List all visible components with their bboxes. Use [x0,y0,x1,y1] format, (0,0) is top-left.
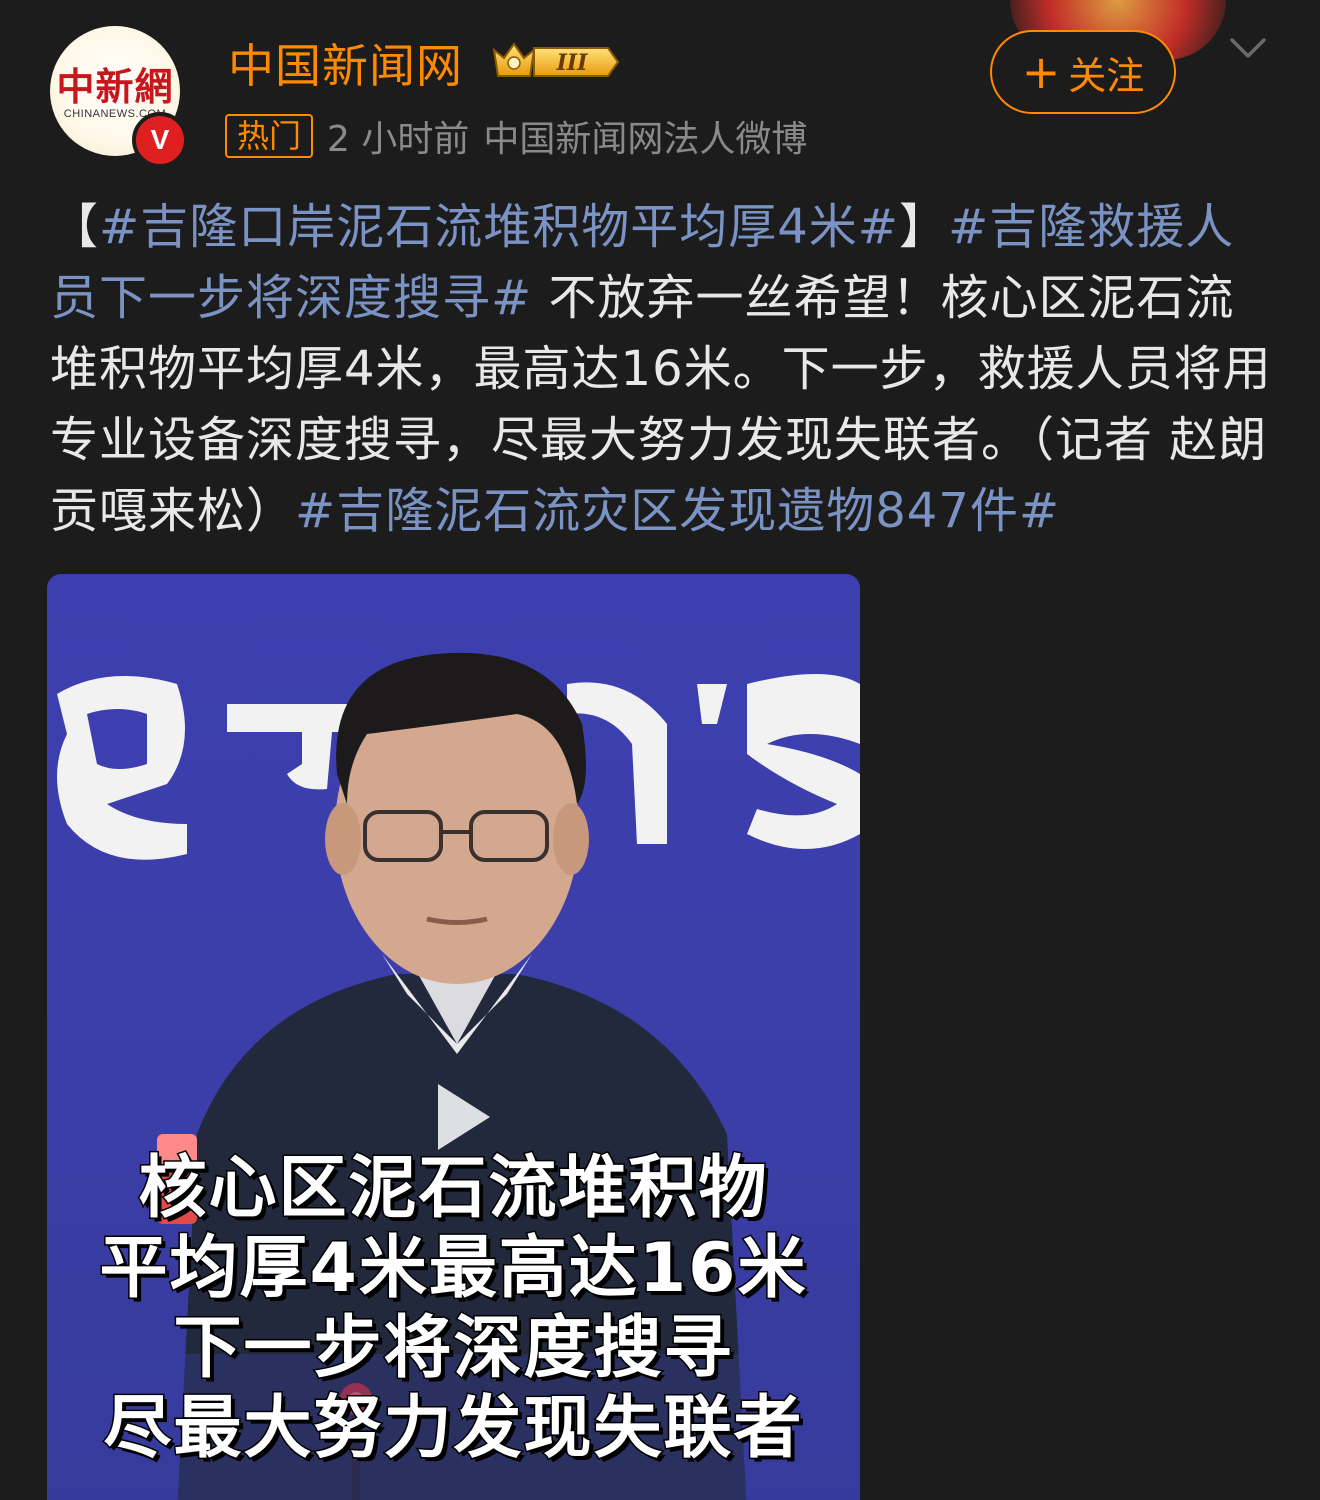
chevron-down-icon[interactable] [1228,36,1268,60]
video-caption: 核心区泥石流堆积物 平均厚4米最高达16米 下一步将深度搜寻 尽最大努力发现失联… [47,1148,860,1470]
post-time: 2 小时前 [327,119,470,160]
topic-link-1[interactable]: #吉隆口岸泥石流堆积物平均厚4米# [99,199,899,255]
post-meta: 热门 2 小时前 中国新闻网法人微博 [225,110,807,162]
post-text: 【#吉隆口岸泥石流堆积物平均厚4米#】#吉隆救援人员下一步将深度搜寻# 不放弃一… [50,192,1280,547]
follow-label: 关注 [1068,53,1145,98]
topic-link-3[interactable]: #吉隆泥石流灾区发现遗物847件# [295,483,1060,539]
follow-button[interactable]: + 关注 [990,30,1176,114]
avatar-logo-text: 中新網 [56,64,174,109]
verified-icon: V [132,112,188,168]
caption-line-3: 下一步将深度搜寻 [172,1308,734,1390]
caption-line-2: 平均厚4米最高达16米 [98,1228,808,1310]
caption-line-4: 尽最大努力发现失联者 [102,1388,804,1470]
hot-tag: 热门 [225,114,314,158]
post-source: 中国新闻网法人微博 [483,119,808,160]
caption-line-1: 核心区泥石流堆积物 [137,1148,769,1230]
video-player[interactable]: 核心区泥石流堆积物 平均厚4米最高达16米 下一步将深度搜寻 尽最大努力发现失联… [47,574,860,1500]
plus-icon: + [1021,45,1061,99]
level-badge-text: III [556,50,589,76]
crown-icon: III [492,42,620,77]
close-bracket: 】 [899,199,949,255]
username[interactable]: 中国新闻网 [228,30,463,96]
open-bracket: 【 [50,199,100,255]
weibo-post: 中新網 CHINANEWS.COM V 中国新闻网 III 热门 2 小时前 中… [0,0,1320,1500]
